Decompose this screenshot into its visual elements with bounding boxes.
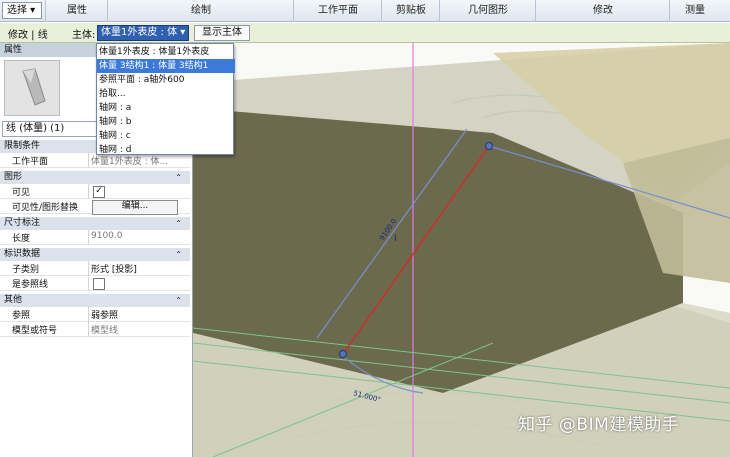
select-dropdown[interactable]: 选择 ▾ — [2, 2, 42, 19]
row-subcategory: 子类别 形式 [投影] — [0, 261, 190, 276]
collapse-icon[interactable]: ⌃ — [175, 248, 182, 261]
row-reference: 参照 弱参照 — [0, 307, 190, 322]
collapse-icon[interactable]: ⌃ — [175, 171, 182, 184]
line-endpoint-grip[interactable] — [485, 142, 493, 150]
dropdown-item[interactable]: 拾取... — [97, 87, 235, 101]
host-label: 主体: — [72, 30, 96, 41]
viewport-graphics[interactable]: 9100.0 51.000° I — [193, 43, 730, 457]
panel-geometry[interactable]: 几何图形 — [439, 0, 536, 22]
panel-work-plane[interactable]: 工作平面 — [293, 0, 382, 22]
dropdown-item[interactable]: 参照平面 : a轴外600 — [97, 73, 235, 87]
line-endpoint-grip[interactable] — [339, 350, 347, 358]
dropdown-item-selected[interactable]: 体量 3结构1 : 体量 3结构1 — [97, 59, 235, 73]
panel-draw[interactable]: 绘制 — [107, 0, 294, 22]
row-visible: 可见 ✓ — [0, 184, 190, 199]
dimension-cursor-icon: I — [394, 234, 397, 244]
host-dropdown-list: 体量1外表皮 : 体量1外表皮 体量 3结构1 : 体量 3结构1 参照平面 :… — [96, 43, 235, 157]
section-dimensions[interactable]: 尺寸标注 ⌃ — [0, 217, 190, 230]
panel-clipboard[interactable]: 剪贴板 — [381, 0, 440, 22]
watermark-text: 知乎 @BIM建模助手 — [518, 415, 680, 435]
section-graphics[interactable]: 图形 ⌃ — [0, 171, 190, 184]
dropdown-item[interactable]: 轴网 : a — [97, 101, 235, 115]
dropdown-item[interactable]: 轴网 : d — [97, 143, 235, 157]
show-host-button[interactable]: 显示主体 — [194, 25, 250, 41]
ribbon-bar: 选择 ▾ 属性 绘制 工作平面 剪贴板 几何图形 修改 测量 — [0, 0, 730, 22]
section-other[interactable]: 其他 ⌃ — [0, 294, 190, 307]
section-identity[interactable]: 标识数据 ⌃ — [0, 248, 190, 261]
dropdown-item[interactable]: 轴网 : b — [97, 115, 235, 129]
panel-measure[interactable]: 测量 — [669, 0, 720, 22]
row-is-reference: 是参照线 — [0, 276, 190, 291]
collapse-icon[interactable]: ⌃ — [175, 294, 182, 307]
dropdown-item[interactable]: 轴网 : c — [97, 129, 235, 143]
visible-checkbox[interactable]: ✓ — [93, 186, 105, 198]
edit-button[interactable]: 编辑... — [92, 200, 178, 215]
is-reference-checkbox[interactable] — [93, 278, 105, 290]
model-view-canvas[interactable]: 9100.0 51.000° I — [193, 43, 730, 457]
dropdown-item[interactable]: 体量1外表皮 : 体量1外表皮 — [97, 45, 235, 59]
context-options-bar: 修改 | 线 主体: 体量1外表皮 : 体 ▾ 显示主体 — [0, 23, 730, 43]
mode-label: 修改 | 线 — [8, 30, 48, 41]
row-visibility-override: 可见性/图形替换 编辑... — [0, 199, 190, 215]
panel-modify[interactable]: 修改 — [535, 0, 670, 22]
row-length: 长度 9100.0 — [0, 230, 190, 245]
family-thumbnail — [4, 60, 60, 116]
line-family-icon — [22, 68, 46, 106]
panel-properties[interactable]: 属性 — [45, 0, 108, 22]
host-select[interactable]: 体量1外表皮 : 体 ▾ — [97, 25, 189, 41]
collapse-icon[interactable]: ⌃ — [175, 217, 182, 230]
row-model-or-symbolic: 模型或符号 模型线 — [0, 322, 190, 337]
